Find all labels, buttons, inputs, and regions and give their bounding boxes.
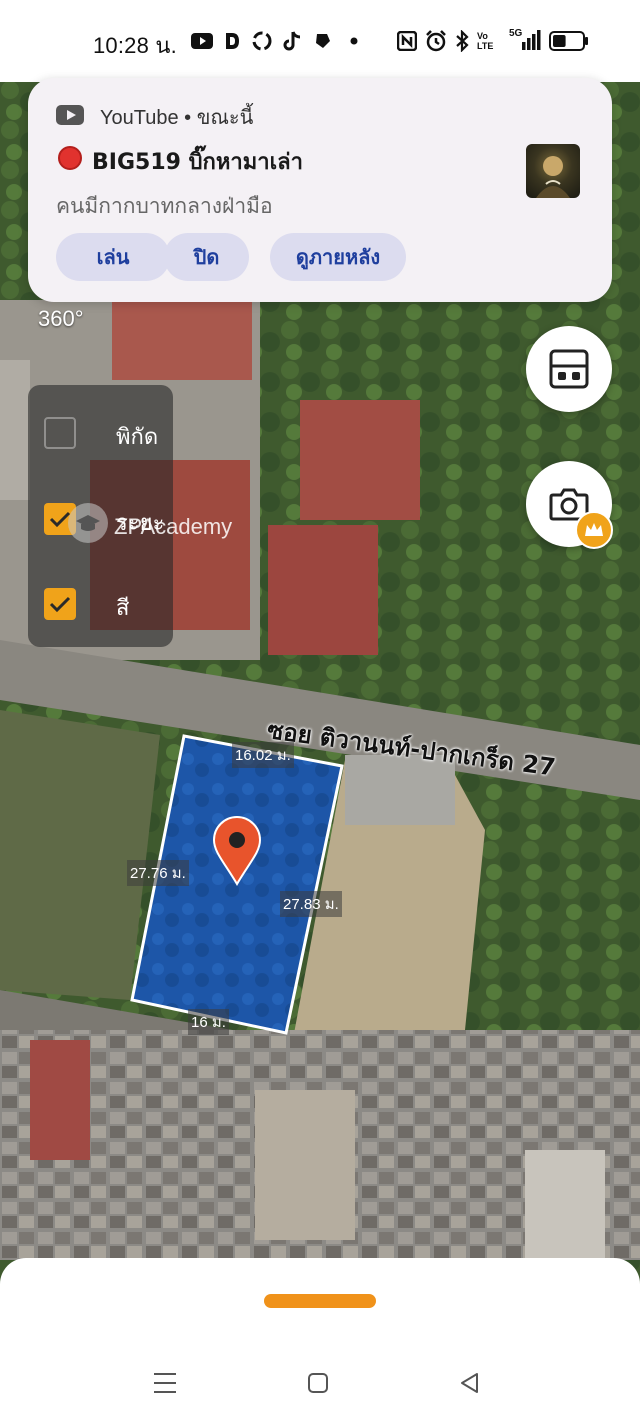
alarm-icon: [424, 29, 448, 53]
channel-avatar: [526, 144, 580, 198]
volte-icon: Vo LTE: [477, 31, 494, 51]
youtube-notification[interactable]: YouTube • ขณะนี้ BIG519 บิ๊กหามาเล่า คนม…: [28, 78, 612, 302]
youtube-logo-icon: [56, 105, 84, 125]
graduation-cap-icon: [68, 503, 108, 543]
calculator-icon: [549, 349, 589, 389]
menu-icon[interactable]: [145, 1368, 185, 1398]
checkbox-checked-icon[interactable]: [44, 588, 76, 620]
layer-label: สี: [116, 596, 130, 621]
layer-coordinates-toggle[interactable]: พิกัด: [28, 407, 173, 457]
game-icon: [312, 29, 334, 53]
watermark-text: ZPAcademy: [114, 514, 233, 539]
notification-body: คนมีกากบาทกลางฝ่ามือ: [56, 194, 273, 218]
dimension-right: 27.83 ม.: [280, 891, 342, 917]
youtube-icon: [190, 29, 214, 53]
dimension-left: 27.76 ม.: [127, 860, 189, 886]
layer-color-toggle[interactable]: สี: [28, 578, 173, 628]
notification-title: BIG519 บิ๊กหามาเล่า: [92, 150, 303, 175]
live-red-dot-icon: [58, 146, 82, 170]
home-square-icon[interactable]: [298, 1368, 338, 1398]
checkbox-unchecked-icon[interactable]: [44, 417, 76, 449]
d-app-icon: [222, 29, 242, 53]
dot-icon: [348, 29, 360, 53]
recycle-icon: [250, 29, 274, 53]
calculator-button[interactable]: [526, 326, 612, 412]
dimension-top: 16.02 ม.: [232, 742, 294, 768]
bluetooth-icon: [453, 29, 471, 53]
status-time: 10:28 น.: [93, 33, 177, 58]
status-bar: 10:28 น. Vo LTE 5G: [0, 0, 640, 82]
close-button[interactable]: ปิด: [164, 233, 249, 281]
nfc-icon: [396, 29, 418, 53]
battery-icon: [548, 29, 590, 53]
back-triangle-icon[interactable]: [450, 1368, 490, 1398]
watch-later-button[interactable]: ดูภายหลัง: [270, 233, 406, 281]
network-label: 5G: [509, 28, 523, 39]
play-button[interactable]: เล่น: [56, 233, 170, 281]
bottom-sheet[interactable]: [0, 1258, 640, 1422]
compass-degree[interactable]: 360°: [38, 306, 84, 332]
tiktok-icon: [282, 29, 302, 53]
dimension-bottom: 16 ม.: [188, 1009, 229, 1035]
crown-icon: [575, 511, 613, 549]
notification-app-name: YouTube • ขณะนี้: [100, 107, 254, 129]
5g-signal-icon: 5G: [506, 28, 542, 53]
sheet-handle[interactable]: [264, 1294, 376, 1308]
layer-label: พิกัด: [116, 425, 159, 450]
